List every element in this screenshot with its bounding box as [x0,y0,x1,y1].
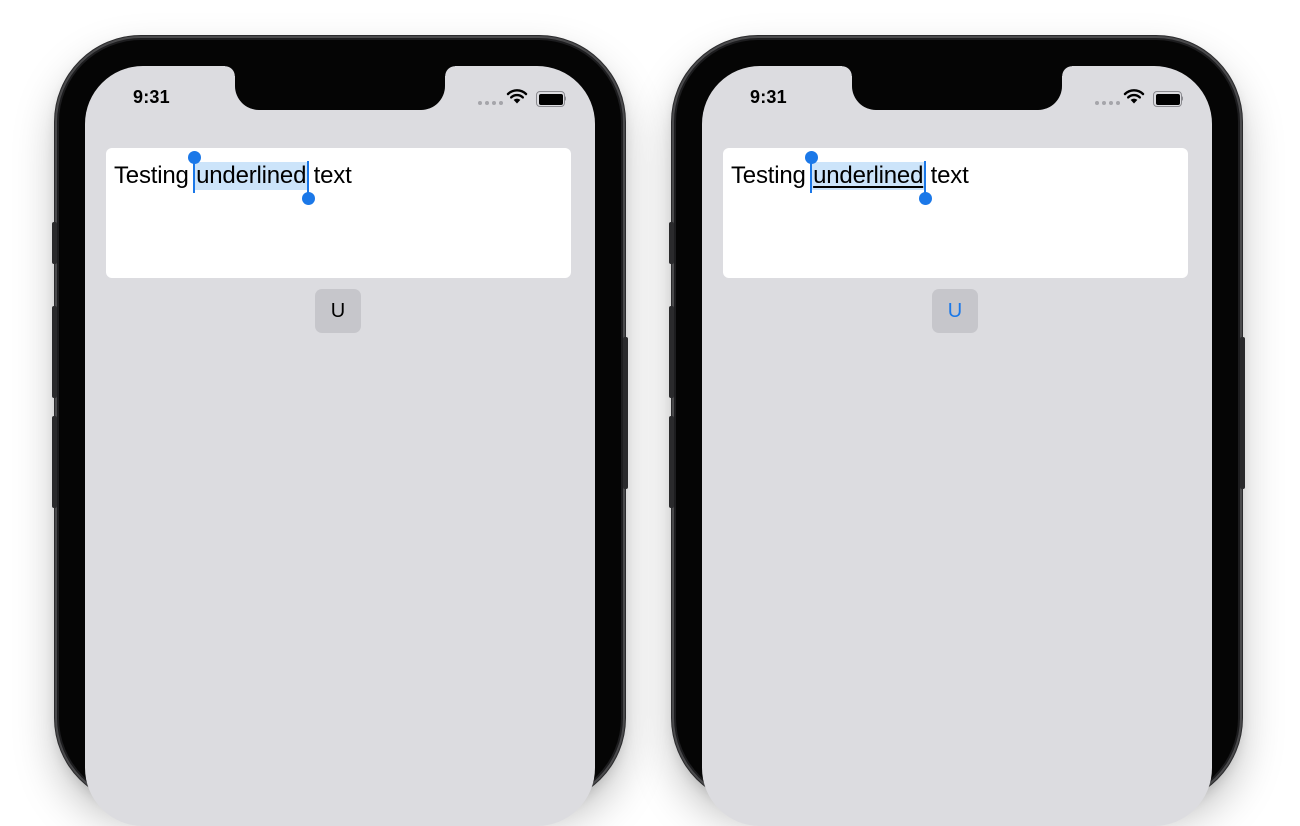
selection-end-handle[interactable] [301,192,315,205]
cellular-signal-icon [478,101,503,105]
battery-icon [1153,91,1184,107]
editor-text[interactable]: Testing underlined text [731,151,969,205]
selection-end-caret [924,161,927,193]
volume-up-button [669,306,674,398]
text-before-selection: Testing [731,162,813,189]
selection-start-caret [193,161,196,193]
volume-up-button [52,306,57,398]
selection-end-handle[interactable] [918,192,932,205]
power-button [623,337,628,489]
text-after-selection: text [307,162,352,189]
volume-down-button [669,416,674,508]
phone-screen: 9:31 Testing underlined text U [85,66,595,826]
notch [225,66,455,110]
selection-start-handle[interactable] [187,151,201,164]
cellular-signal-icon [1095,101,1120,105]
status-time: 9:31 [750,87,787,107]
silent-switch [669,222,674,264]
iphone-frame-before: 9:31 Testing underlined text U [52,40,628,826]
selected-word-text: underlined [196,162,307,189]
status-time: 9:31 [133,87,170,107]
iphone-frame-after: 9:31 Testing underlined text U [669,40,1245,826]
underline-button[interactable]: U [932,289,978,333]
selection-start-handle[interactable] [804,151,818,164]
selected-word-text: underlined [813,162,924,189]
text-before-selection: Testing [114,162,196,189]
phone-screen: 9:31 Testing underlined text U [702,66,1212,826]
underline-button[interactable]: U [315,289,361,333]
wifi-icon [506,89,528,104]
selected-word[interactable]: underlined [804,151,932,205]
editor-text[interactable]: Testing underlined text [114,151,352,205]
volume-down-button [52,416,57,508]
battery-icon [536,91,567,107]
selected-word[interactable]: underlined [187,151,315,205]
selection-end-caret [307,161,310,193]
selection-start-caret [810,161,813,193]
text-after-selection: text [924,162,969,189]
text-view[interactable]: Testing underlined text [723,148,1188,278]
text-view[interactable]: Testing underlined text [106,148,571,278]
silent-switch [52,222,57,264]
notch [842,66,1072,110]
wifi-icon [1123,89,1145,104]
power-button [1240,337,1245,489]
